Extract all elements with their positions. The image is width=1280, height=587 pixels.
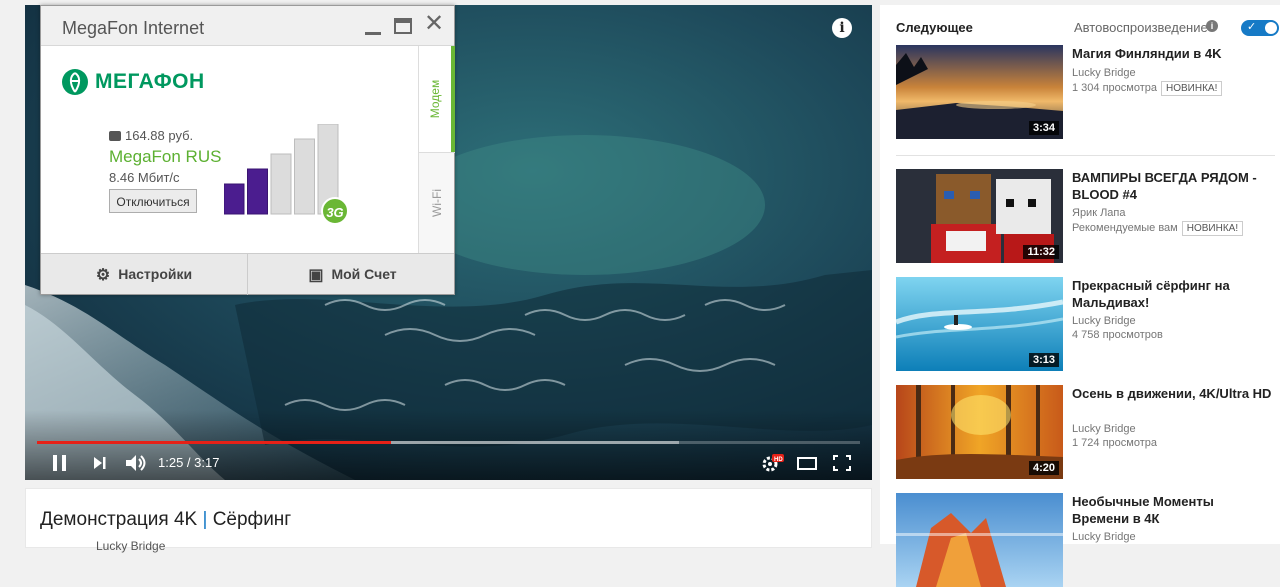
video-title-sub: Сёрфинг: [212, 509, 292, 530]
view-count: 4 758 просмотров: [1072, 329, 1163, 341]
recommendations-sidebar: Следующее Автовоспроизведение i ✓ 3:34 М…: [880, 5, 1280, 587]
autoplay-toggle[interactable]: ✓: [1241, 20, 1279, 36]
megafon-window[interactable]: MegaFon Internet ✕ МЕГАФОН 164.88 руб. M…: [40, 5, 455, 295]
recommendation-meta: 1 304 просмотра НОВИНКА!: [1072, 81, 1223, 96]
video-title: Демонстрация 4K | Сёрфинг: [40, 509, 291, 531]
megafon-footer: ⚙ Настройки ▣ Мой Счет: [41, 253, 456, 295]
signal-bar: [294, 138, 315, 215]
new-badge: НОВИНКА!: [1161, 81, 1223, 96]
recommendation-item[interactable]: Необычные Моменты Времени в 4К Lucky Bri…: [896, 493, 1280, 587]
megafon-window-title: MegaFon Internet: [62, 18, 205, 38]
pause-button[interactable]: [51, 452, 69, 474]
balance-text: 164.88 руб.: [109, 128, 193, 143]
recommendation-channel: Lucky Bridge: [1072, 315, 1136, 327]
up-next-heading: Следующее: [896, 20, 973, 35]
video-channel-name[interactable]: Lucky Bridge: [96, 539, 165, 553]
check-icon: ✓: [1247, 21, 1257, 33]
recommendation-title[interactable]: Осень в движении, 4K/Ultra HD: [1072, 385, 1272, 402]
video-thumbnail[interactable]: 11:32: [896, 169, 1063, 263]
gear-icon: ⚙: [95, 267, 111, 284]
megafon-logo-icon: [62, 69, 88, 95]
megafon-modem-panel: МЕГАФОН 164.88 руб. MegaFon RUS 8.46 Мби…: [41, 46, 418, 253]
view-count: 1 724 просмотра: [1072, 437, 1157, 449]
signal-bar: [224, 183, 245, 215]
settings-hd-icon[interactable]: HD: [760, 452, 784, 474]
recommended-note: Рекомендуемые вам: [1072, 222, 1178, 234]
time-separator: /: [183, 455, 195, 470]
svg-text:HD: HD: [774, 457, 783, 463]
recommendation-item[interactable]: 4:20 Осень в движении, 4K/Ultra HD Lucky…: [896, 385, 1280, 479]
connection-speed: 8.46 Мбит/с: [109, 170, 180, 185]
total-time: 3:17: [194, 455, 220, 470]
recommendation-title[interactable]: Магия Финляндии в 4K: [1072, 45, 1272, 62]
recommendation-meta: Рекомендуемые вам НОВИНКА!: [1072, 221, 1244, 236]
account-label: Мой Счет: [331, 266, 397, 282]
recommendation-item[interactable]: 11:32 ВАМПИРЫ ВСЕГДА РЯДОМ - BLOOD #4 Яр…: [896, 169, 1280, 263]
current-time: 1:25: [158, 455, 184, 470]
recommendation-title[interactable]: Прекрасный сёрфинг на Мальдивах!: [1072, 277, 1272, 311]
next-button[interactable]: [91, 452, 109, 474]
recommendation-title[interactable]: ВАМПИРЫ ВСЕГДА РЯДОМ - BLOOD #4: [1072, 169, 1272, 203]
video-title-main: Демонстрация 4K: [40, 509, 198, 530]
maximize-button[interactable]: [394, 18, 412, 34]
megafon-tabs: Модем Wi-Fi: [418, 46, 455, 253]
wallet-icon: [109, 131, 121, 141]
network-type-badge: 3G: [321, 197, 349, 225]
signal-bar: [270, 153, 292, 215]
autoplay-label: Автовоспроизведение: [1074, 20, 1208, 35]
video-thumbnail[interactable]: 3:34: [896, 45, 1063, 139]
time-display: 1:25 / 3:17: [158, 455, 219, 470]
tab-wifi[interactable]: Wi-Fi: [419, 152, 455, 253]
volume-icon[interactable]: [124, 452, 148, 474]
tab-modem[interactable]: Модем: [419, 46, 455, 152]
controls-gradient: [25, 410, 872, 480]
disconnect-button[interactable]: Отключиться: [109, 189, 197, 213]
tab-wifi-label: Wi-Fi: [430, 189, 444, 217]
video-title-separator: |: [202, 509, 208, 530]
megafon-titlebar[interactable]: MegaFon Internet ✕: [41, 6, 454, 46]
recommendation-item[interactable]: 3:34 Магия Финляндии в 4K Lucky Bridge 1…: [896, 45, 1280, 139]
toggle-knob: [1265, 22, 1277, 34]
balance-value: 164.88 руб.: [125, 128, 194, 143]
account-button[interactable]: ▣ Мой Счет: [249, 254, 456, 295]
video-thumbnail[interactable]: 4:20: [896, 385, 1063, 479]
info-icon[interactable]: i: [1206, 20, 1218, 32]
megafon-logo-text: МЕГАФОН: [95, 70, 205, 93]
recommendation-channel: Lucky Bridge: [1072, 531, 1136, 543]
recommendation-channel: Ярик Лапа: [1072, 207, 1126, 219]
theater-mode-icon[interactable]: [796, 452, 818, 474]
tab-modem-label: Модем: [428, 79, 442, 119]
video-thumbnail[interactable]: [896, 493, 1063, 587]
video-thumbnail[interactable]: 3:13: [896, 277, 1063, 371]
new-badge: НОВИНКА!: [1181, 221, 1244, 236]
video-info-card: Демонстрация 4K | Сёрфинг Lucky Bridge: [25, 488, 872, 553]
divider: [896, 155, 1275, 156]
operator-name: MegaFon RUS: [109, 147, 222, 166]
video-duration: 3:34: [1028, 121, 1059, 135]
progress-bar[interactable]: [37, 441, 860, 444]
video-duration: 11:32: [1023, 245, 1059, 259]
view-count: 1 304 просмотра: [1072, 82, 1157, 94]
recommendation-channel: Lucky Bridge: [1072, 423, 1136, 435]
settings-label: Настройки: [118, 266, 193, 282]
played-bar: [37, 441, 391, 444]
recommendation-channel: Lucky Bridge: [1072, 67, 1136, 79]
minimize-button[interactable]: [363, 20, 383, 36]
wallet-icon: ▣: [308, 267, 324, 284]
settings-button[interactable]: ⚙ Настройки: [41, 254, 248, 295]
fullscreen-icon[interactable]: [831, 452, 853, 474]
signal-bar: [247, 168, 268, 215]
recommendation-item[interactable]: 3:13 Прекрасный сёрфинг на Мальдивах! Lu…: [896, 277, 1280, 371]
video-duration: 3:13: [1028, 353, 1059, 367]
recommendation-title[interactable]: Необычные Моменты Времени в 4К: [1072, 493, 1272, 527]
close-button[interactable]: ✕: [422, 12, 446, 36]
info-icon[interactable]: i: [832, 18, 852, 38]
video-duration: 4:20: [1028, 461, 1059, 475]
